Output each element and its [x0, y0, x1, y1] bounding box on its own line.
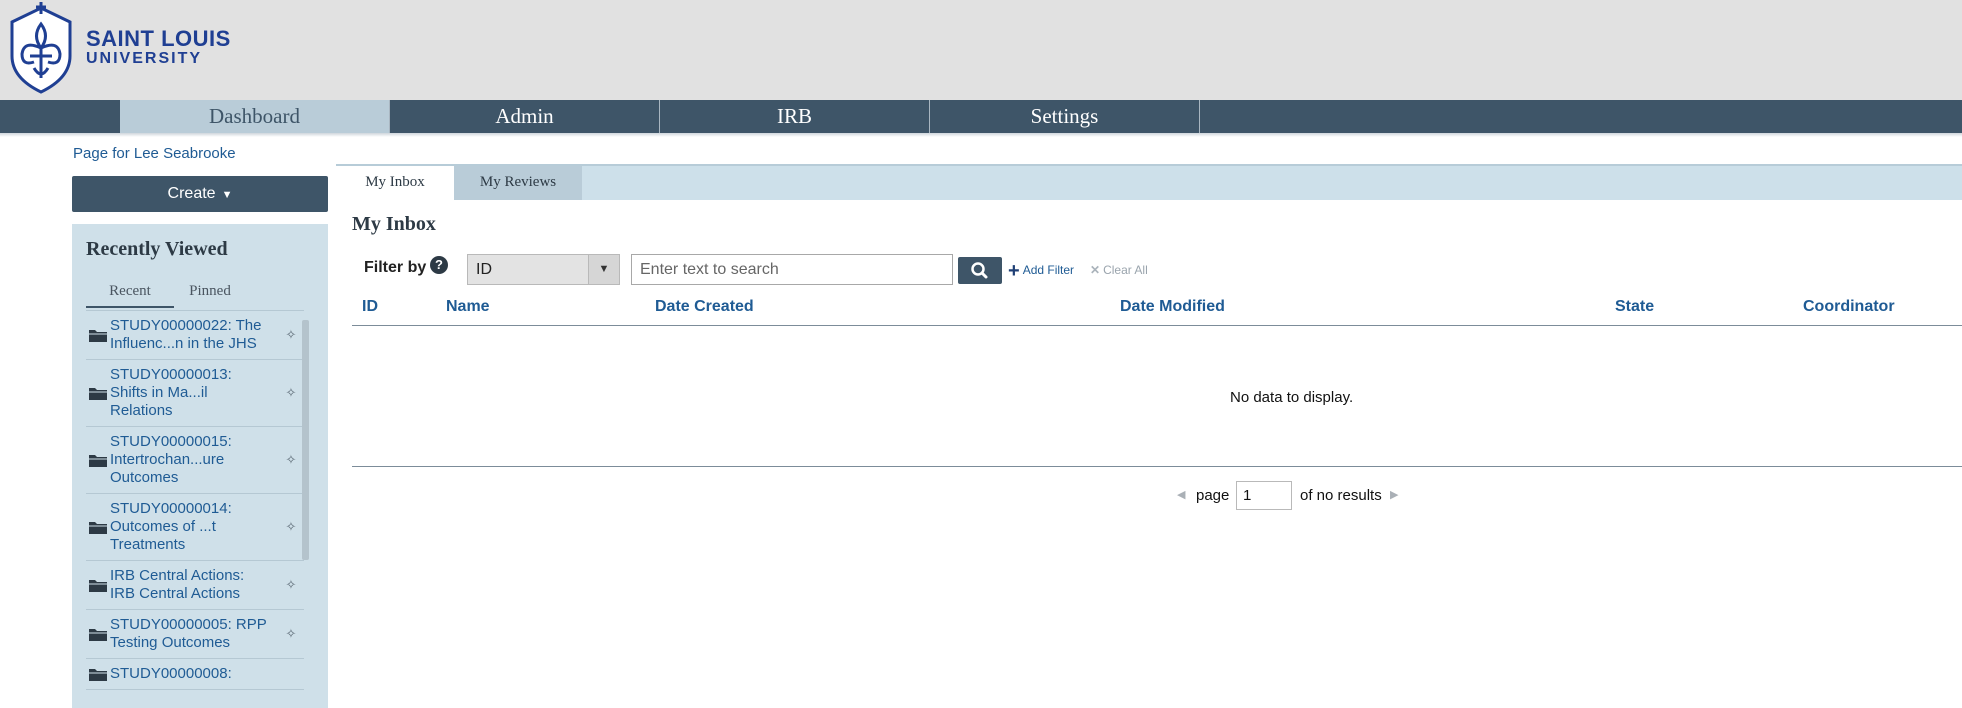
recently-viewed-list: STUDY00000022: The Influenc...n in the J… — [86, 310, 304, 708]
list-item-label: STUDY00000013: Shifts in Ma...il Relatio… — [110, 366, 232, 419]
wordmark-line2: UNIVERSITY — [86, 50, 203, 67]
page-owner-link[interactable]: Page for Lee Seabrooke — [73, 145, 236, 162]
university-shield-logo[interactable] — [8, 0, 74, 94]
list-item[interactable]: STUDY00000014: Outcomes of ...t Treatmen… — [86, 494, 304, 561]
tab-my-reviews[interactable]: My Reviews — [454, 166, 582, 200]
folder-icon — [89, 455, 107, 467]
chevron-down-icon[interactable]: ▼ — [588, 255, 619, 284]
filter-label: Filter by — [364, 259, 427, 276]
column-header-date-created[interactable]: Date Created — [655, 298, 754, 316]
list-item-label: STUDY00000014: Outcomes of ...t Treatmen… — [110, 500, 232, 553]
clear-all-button[interactable]: ✕ Clear All — [1090, 263, 1148, 277]
main-nav: Dashboard Admin IRB Settings — [0, 100, 1962, 133]
folder-icon — [89, 669, 107, 681]
page-number-input[interactable] — [1236, 481, 1292, 510]
sidebar-scrollbar[interactable] — [302, 320, 309, 560]
previous-page-icon[interactable]: ◀ — [1177, 488, 1185, 501]
tab-recent[interactable]: Recent — [86, 280, 174, 308]
search-button[interactable] — [958, 257, 1002, 284]
folder-icon — [89, 580, 107, 592]
page-title: My Inbox — [352, 213, 436, 235]
inbox-tab-bar: My Inbox My Reviews — [336, 164, 1962, 200]
folder-icon — [89, 629, 107, 641]
list-item-label: STUDY00000008: — [110, 665, 232, 682]
list-item-label: STUDY00000015: Intertrochan...ure Outcom… — [110, 433, 232, 486]
close-icon: ✕ — [1090, 263, 1101, 277]
tab-pinned[interactable]: Pinned — [174, 280, 246, 306]
filter-field-select[interactable]: ID ▼ — [467, 254, 620, 285]
nav-tab-irb[interactable]: IRB — [660, 100, 930, 133]
nav-divider — [0, 133, 1962, 137]
folder-icon — [89, 522, 107, 534]
pin-icon[interactable]: ✧ — [282, 385, 300, 401]
create-button-label: Create — [167, 185, 216, 202]
add-filter-label: Add Filter — [1022, 263, 1075, 277]
nav-tab-dashboard[interactable]: Dashboard — [120, 100, 390, 133]
folder-icon — [89, 330, 107, 342]
column-header-state[interactable]: State — [1615, 298, 1654, 316]
caret-down-icon: ▼ — [221, 189, 233, 201]
recently-viewed-tabs: Recent Pinned — [86, 280, 246, 308]
pin-icon[interactable]: ✧ — [282, 577, 300, 593]
list-item[interactable]: STUDY00000022: The Influenc...n in the J… — [86, 311, 304, 360]
list-item[interactable]: STUDY00000005: RPP Testing Outcomes ✧ — [86, 610, 304, 659]
empty-table-message: No data to display. — [1230, 389, 1354, 406]
add-filter-button[interactable]: + Add Filter — [1008, 260, 1075, 282]
folder-icon — [89, 388, 107, 400]
pin-icon[interactable]: ✧ — [282, 452, 300, 468]
app-header: SAINT LOUIS UNIVERSITY — [0, 0, 1962, 100]
help-icon[interactable]: ? — [430, 256, 448, 274]
clear-all-label: Clear All — [1103, 263, 1148, 277]
wordmark-line1: SAINT LOUIS — [86, 26, 231, 51]
recently-viewed-title: Recently Viewed — [86, 238, 228, 260]
column-header-id[interactable]: ID — [362, 298, 378, 316]
column-header-coordinator[interactable]: Coordinator — [1803, 298, 1895, 316]
list-item-label: STUDY00000005: RPP Testing Outcomes — [110, 616, 267, 651]
list-item[interactable]: STUDY00000013: Shifts in Ma...il Relatio… — [86, 360, 304, 427]
plus-icon: + — [1008, 260, 1020, 282]
column-header-date-modified[interactable]: Date Modified — [1120, 298, 1225, 316]
filter-field-value: ID — [476, 261, 492, 278]
create-button[interactable]: Create ▼ — [72, 176, 328, 212]
list-item[interactable]: IRB Central Actions: IRB Central Actions… — [86, 561, 304, 610]
search-icon — [971, 262, 988, 279]
university-wordmark[interactable]: SAINT LOUIS UNIVERSITY — [86, 28, 231, 68]
pin-icon[interactable]: ✧ — [282, 519, 300, 535]
pager-page-label: page — [1196, 487, 1230, 504]
pin-icon[interactable]: ✧ — [282, 327, 300, 343]
pager-total-label: of no results — [1300, 487, 1382, 504]
search-input[interactable] — [631, 254, 953, 285]
list-item[interactable]: STUDY00000015: Intertrochan...ure Outcom… — [86, 427, 304, 494]
next-page-icon[interactable]: ▶ — [1390, 488, 1398, 501]
tab-my-inbox[interactable]: My Inbox — [336, 166, 454, 200]
nav-tab-settings[interactable]: Settings — [930, 100, 1200, 133]
table-footer-divider — [352, 466, 1962, 467]
table-header-divider — [352, 325, 1962, 326]
list-item-label: STUDY00000022: The Influenc...n in the J… — [110, 317, 262, 352]
recently-viewed-panel: Recently Viewed Recent Pinned STUDY00000… — [72, 224, 328, 708]
list-item-label: IRB Central Actions: IRB Central Actions — [110, 567, 245, 602]
list-item[interactable]: STUDY00000008: — [86, 659, 304, 690]
nav-tab-admin[interactable]: Admin — [390, 100, 660, 133]
pin-icon[interactable]: ✧ — [282, 626, 300, 642]
column-header-name[interactable]: Name — [446, 298, 490, 316]
